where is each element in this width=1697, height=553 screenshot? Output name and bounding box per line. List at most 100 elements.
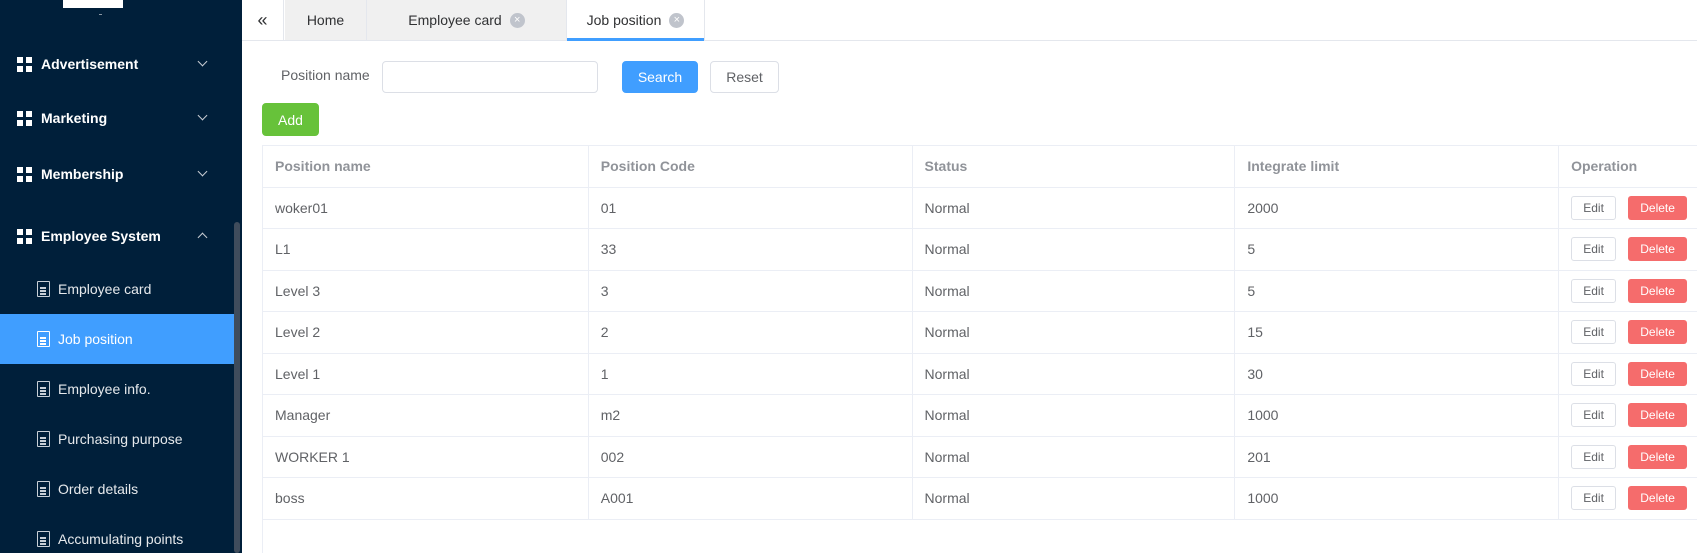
integrate-limit-cell: 30 <box>1235 353 1560 394</box>
job-position-table: Position name Position Code Status Integ… <box>262 145 1697 520</box>
position-code-cell: 1 <box>589 353 913 394</box>
position-code-cell: 01 <box>589 187 913 228</box>
position-code-cell: 002 <box>589 436 913 477</box>
menu-group-employee-system[interactable]: Employee System <box>0 208 234 264</box>
sidebar-item-employee-info[interactable]: Employee info. <box>0 364 234 414</box>
edit-button[interactable]: Edit <box>1571 444 1617 469</box>
delete-button[interactable]: Delete <box>1628 278 1688 303</box>
table-row: L1 33 Normal 5 Edit Delete <box>263 229 1697 271</box>
sidebar-scrollbar[interactable] <box>234 222 240 553</box>
grid-icon <box>17 228 32 244</box>
tab-home[interactable]: Home <box>285 0 367 40</box>
grid-icon <box>17 166 32 182</box>
menu-group-marketing[interactable]: Marketing <box>0 90 234 146</box>
delete-button[interactable]: Delete <box>1628 237 1688 262</box>
sidebar-item-employee-card[interactable]: Employee card <box>0 264 234 314</box>
delete-button[interactable]: Delete <box>1628 403 1688 428</box>
edit-button[interactable]: Edit <box>1571 237 1617 262</box>
delete-button[interactable]: Delete <box>1628 444 1688 469</box>
column-header: Position Code <box>589 146 913 187</box>
operation-cell: Edit Delete <box>1559 271 1697 312</box>
menu-group-label: Advertisement <box>41 56 139 72</box>
position-name-label: Position name <box>281 67 370 83</box>
menu-group-label: Employee System <box>41 228 161 244</box>
sidebar: Advertisement Marketing Membership Emplo… <box>0 0 242 553</box>
delete-button[interactable]: Delete <box>1628 486 1688 511</box>
status-cell: Normal <box>913 436 1236 477</box>
double-chevron-left-icon: « <box>257 9 268 30</box>
sidebar-item-order-details[interactable]: Order details <box>0 464 234 514</box>
position-code-cell: 3 <box>589 270 913 311</box>
reset-button[interactable]: Reset <box>710 61 779 93</box>
menu-group-advertisement[interactable]: Advertisement <box>0 36 234 92</box>
sidebar-item-accumulating-points[interactable]: Accumulating points <box>0 514 234 553</box>
sidebar-item-label: Employee info. <box>58 381 151 397</box>
status-cell: Normal <box>913 312 1236 353</box>
sidebar-item-purchasing-purpose[interactable]: Purchasing purpose <box>0 414 234 464</box>
integrate-limit-cell: 1000 <box>1235 478 1560 519</box>
operation-cell: Edit Delete <box>1559 188 1697 229</box>
table-row: Level 1 1 Normal 30 Edit Delete <box>263 353 1697 395</box>
position-code-cell: m2 <box>589 395 913 436</box>
add-button[interactable]: Add <box>262 103 319 136</box>
search-button[interactable]: Search <box>622 61 698 93</box>
collapse-sidebar-button[interactable]: « <box>242 0 284 40</box>
sidebar-item-label: Purchasing purpose <box>58 431 183 447</box>
position-code-cell: A001 <box>589 478 913 519</box>
sidebar-item-label: Order details <box>58 481 139 497</box>
delete-button[interactable]: Delete <box>1628 320 1688 345</box>
edit-button[interactable]: Edit <box>1571 403 1617 428</box>
status-cell: Normal <box>913 270 1236 311</box>
tab-label: Job position <box>586 12 662 28</box>
operation-cell: Edit Delete <box>1559 437 1697 478</box>
sidebar-item-label: Job position <box>58 331 133 347</box>
operation-cell: Edit Delete <box>1559 395 1697 436</box>
edit-button[interactable]: Edit <box>1571 320 1617 345</box>
logo-caption <box>99 14 102 15</box>
status-cell: Normal <box>913 478 1236 519</box>
menu-group-label: Membership <box>41 166 124 182</box>
table-row: WORKER 1 002 Normal 201 Edit Delete <box>263 436 1697 478</box>
document-icon <box>37 531 50 547</box>
column-header: Operation <box>1571 158 1638 175</box>
chevron-down-icon <box>197 110 208 121</box>
document-icon <box>37 481 50 497</box>
edit-button[interactable]: Edit <box>1571 361 1617 386</box>
delete-button[interactable]: Delete <box>1628 361 1688 386</box>
status-cell: Normal <box>913 353 1236 394</box>
position-code-cell: 2 <box>589 312 913 353</box>
close-icon[interactable]: × <box>509 12 525 28</box>
operation-cell: Edit Delete <box>1559 354 1697 395</box>
table-body: woker01 01 Normal 2000 Edit Delete L1 33 Normal 5… <box>263 187 1697 520</box>
delete-button[interactable]: Delete <box>1628 195 1688 220</box>
table-left-border <box>262 517 263 553</box>
tab-label: Home <box>306 12 345 28</box>
table-row: Level 2 2 Normal 15 Edit Delete <box>263 312 1697 354</box>
sidebar-item-job-position[interactable]: Job position <box>0 314 234 364</box>
table-row: woker01 01 Normal 2000 Edit Delete <box>263 187 1697 229</box>
tab-job-position[interactable]: Job position × <box>567 0 705 41</box>
document-icon <box>37 281 50 297</box>
chevron-up-icon <box>197 232 208 243</box>
integrate-limit-cell: 5 <box>1235 229 1560 270</box>
edit-button[interactable]: Edit <box>1571 486 1617 511</box>
document-icon <box>37 381 50 397</box>
integrate-limit-cell: 15 <box>1235 312 1560 353</box>
document-icon <box>37 331 50 347</box>
position-name-input[interactable] <box>382 61 598 93</box>
operation-cell: Edit Delete <box>1559 478 1697 519</box>
tab-employee-card[interactable]: Employee card × <box>367 0 567 40</box>
position-name-cell: Manager <box>263 395 589 436</box>
edit-button[interactable]: Edit <box>1571 195 1617 220</box>
edit-button[interactable]: Edit <box>1571 278 1617 303</box>
position-name-cell: boss <box>263 478 589 519</box>
integrate-limit-cell: 201 <box>1235 436 1560 477</box>
table-row: boss A001 Normal 1000 Edit Delete <box>263 478 1697 520</box>
table-row: Level 3 3 Normal 5 Edit Delete <box>263 270 1697 312</box>
grid-icon <box>17 56 32 72</box>
document-icon <box>37 431 50 447</box>
logo <box>63 0 123 8</box>
grid-icon <box>17 110 32 126</box>
menu-group-membership[interactable]: Membership <box>0 146 234 202</box>
close-icon[interactable]: × <box>669 12 685 28</box>
